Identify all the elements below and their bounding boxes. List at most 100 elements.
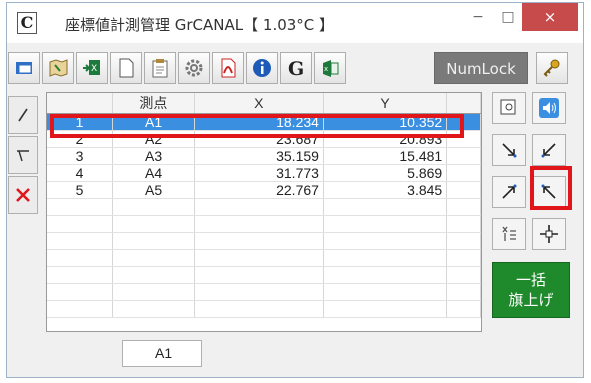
sound-icon (539, 98, 559, 118)
report-icon (152, 59, 168, 78)
svg-text:X: X (91, 64, 97, 74)
maximize-button[interactable]: □ (495, 3, 521, 31)
map-button[interactable] (42, 52, 74, 84)
y-value[interactable]: 3.845 (323, 181, 448, 199)
table-row[interactable]: 5 A5 22.767 3.845 (47, 181, 481, 199)
arrow-up-right-icon (502, 184, 517, 199)
toolbar: X G x NumLock (8, 52, 570, 86)
table-row[interactable]: 2 A2 23.687 20.893 (47, 130, 481, 148)
table-row[interactable]: 3 A3 35.159 15.481 (47, 147, 481, 165)
map-icon (49, 59, 68, 77)
table-row[interactable] (47, 198, 481, 216)
point-name[interactable]: A5 (112, 181, 195, 199)
window-button[interactable] (8, 52, 40, 84)
column-header-x[interactable]: X (194, 93, 324, 114)
x-value[interactable]: 22.767 (194, 181, 324, 199)
arrow-down-right-button[interactable] (492, 134, 526, 166)
move-cross-button[interactable] (532, 218, 566, 250)
google-icon: G (288, 58, 304, 79)
arrow-down-left-icon (541, 143, 556, 158)
row-number[interactable]: 5 (47, 181, 113, 199)
line-tool-icon (18, 108, 28, 122)
table-row[interactable] (47, 249, 481, 267)
minimize-button[interactable]: − (465, 3, 491, 31)
key-button[interactable] (536, 52, 568, 84)
column-header-point[interactable]: 測点 (112, 93, 195, 114)
arrow-down-left-button[interactable] (532, 134, 566, 166)
table-row[interactable] (47, 215, 481, 233)
excel-button[interactable]: x (314, 52, 346, 84)
table-row[interactable] (47, 232, 481, 250)
x-value[interactable]: 23.687 (194, 130, 324, 148)
empty-cell[interactable] (446, 164, 481, 182)
pdf-button[interactable] (212, 52, 244, 84)
info-button[interactable] (246, 52, 278, 84)
empty-cell[interactable] (446, 181, 481, 199)
window-icon (16, 62, 32, 74)
batch-flag-button[interactable]: 一括 旗上げ (492, 262, 570, 318)
delete-button[interactable] (8, 176, 38, 214)
arrow-up-right-button[interactable] (492, 176, 526, 208)
title-bar[interactable]: C 座標値計測管理 GrCANAL【 1.03°C 】 − □ × (7, 3, 583, 43)
sound-button[interactable] (532, 92, 566, 124)
table-row[interactable] (47, 300, 481, 318)
settings-button[interactable] (178, 52, 210, 84)
angle-tool-button[interactable] (8, 136, 38, 174)
y-value[interactable]: 15.481 (323, 147, 448, 165)
flag-button-line2: 旗上げ (508, 291, 554, 309)
table-row[interactable]: 1 A1 18.234 10.352 (47, 113, 481, 131)
empty-cell[interactable] (446, 113, 481, 131)
coordinate-table: 測点 X Y 1 A1 18.234 10.352 2 A2 23.687 20… (47, 93, 481, 318)
numlock-indicator[interactable]: NumLock (434, 52, 528, 84)
x-value[interactable]: 31.773 (194, 164, 324, 182)
flip-icon (502, 226, 516, 241)
settings-icon (185, 59, 203, 77)
empty-cell[interactable] (446, 147, 481, 165)
row-number[interactable]: 2 (47, 130, 113, 148)
key-icon (543, 59, 560, 77)
row-number[interactable]: 1 (47, 113, 113, 131)
table-row[interactable] (47, 266, 481, 284)
current-point-field[interactable]: A1 (122, 340, 202, 367)
info-icon (253, 59, 271, 77)
row-number[interactable]: 3 (47, 147, 113, 165)
y-value[interactable]: 5.869 (323, 164, 448, 182)
empty-cell[interactable] (446, 130, 481, 148)
google-button[interactable]: G (280, 52, 312, 84)
svg-text:G: G (288, 58, 304, 79)
column-header-extra (446, 93, 481, 114)
excel-import-button[interactable]: X (76, 52, 108, 84)
table-row[interactable]: 4 A4 31.773 5.869 (47, 164, 481, 182)
y-value[interactable]: 10.352 (323, 113, 448, 131)
close-button[interactable]: × (522, 3, 578, 31)
excel-import-icon: X (83, 60, 100, 75)
window-title: 座標値計測管理 GrCANAL【 1.03°C 】 (65, 16, 335, 34)
x-value[interactable]: 35.159 (194, 147, 324, 165)
flip-button[interactable] (492, 218, 526, 250)
pdf-icon (221, 58, 236, 78)
column-header-y[interactable]: Y (323, 93, 448, 114)
point-search-button[interactable] (492, 92, 526, 124)
line-tool-button[interactable] (8, 96, 38, 134)
point-name[interactable]: A1 (112, 113, 195, 131)
blank-page-icon (119, 58, 134, 78)
angle-tool-icon (17, 150, 29, 162)
table-header-row: 測点 X Y (47, 93, 481, 114)
move-cross-icon (540, 225, 558, 243)
arrow-up-left-button[interactable] (532, 176, 566, 208)
excel-icon: x (323, 60, 339, 77)
row-number[interactable]: 4 (47, 164, 113, 182)
x-value[interactable]: 18.234 (194, 113, 324, 131)
column-header-index[interactable] (47, 93, 113, 114)
point-name[interactable]: A4 (112, 164, 195, 182)
app-icon: C (17, 12, 37, 34)
coordinate-grid[interactable]: 測点 X Y 1 A1 18.234 10.352 2 A2 23.687 20… (46, 92, 482, 332)
table-row[interactable] (47, 283, 481, 301)
point-name[interactable]: A2 (112, 130, 195, 148)
flag-button-line1: 一括 (515, 271, 546, 289)
y-value[interactable]: 20.893 (323, 130, 448, 148)
report-button[interactable] (144, 52, 176, 84)
point-name[interactable]: A3 (112, 147, 195, 165)
new-page-button[interactable] (110, 52, 142, 84)
delete-icon (16, 188, 30, 202)
